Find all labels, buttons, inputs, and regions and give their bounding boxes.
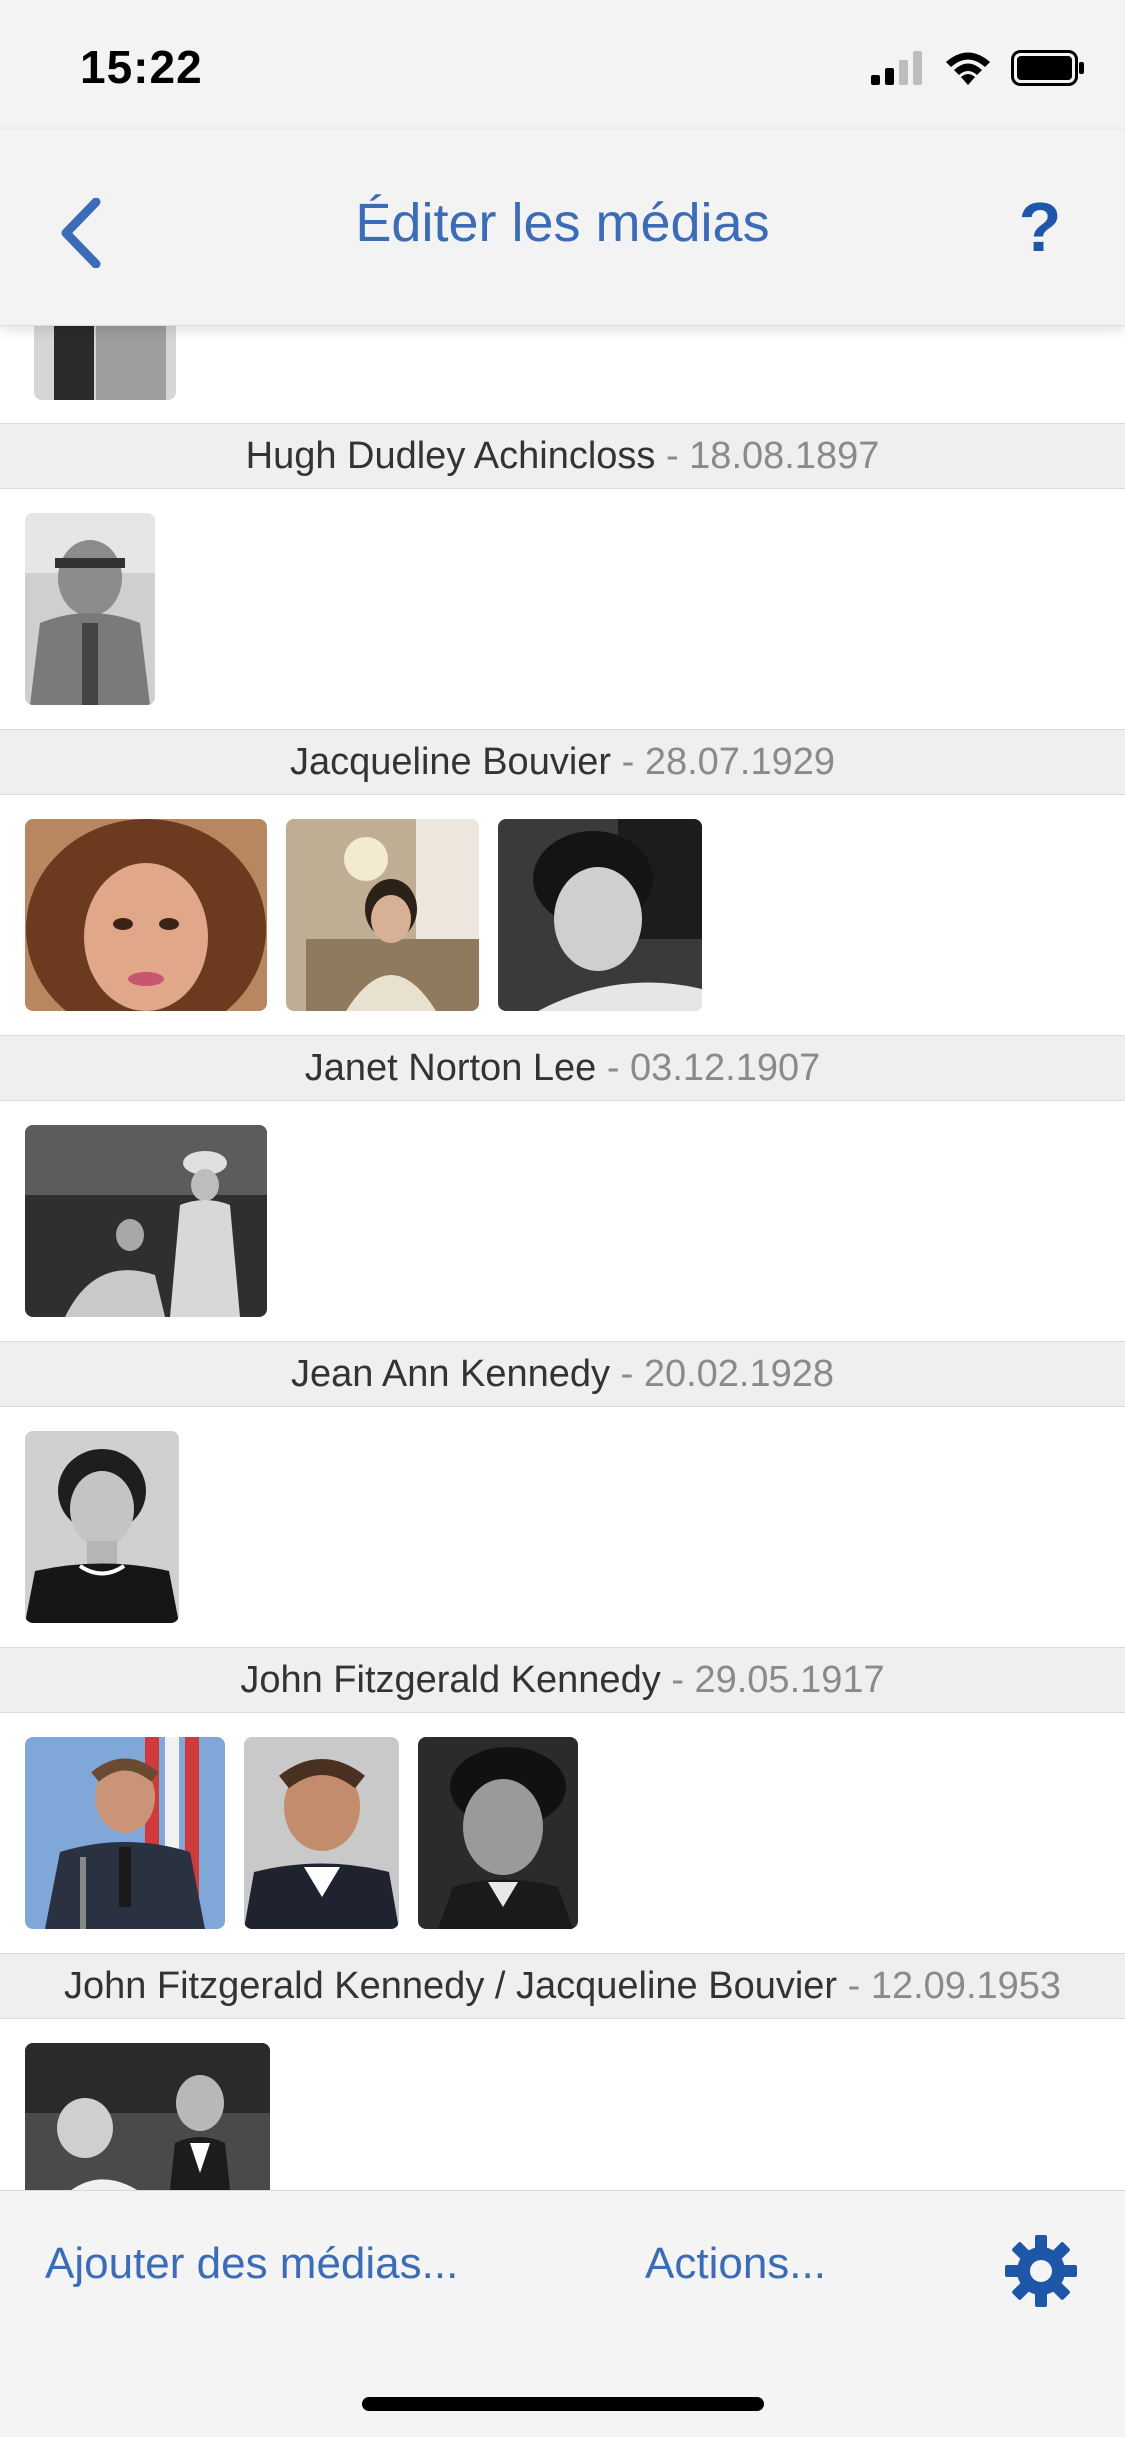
section-header: Hugh Dudley Achincloss - 18.08.1897 <box>0 423 1125 489</box>
media-list[interactable]: Hugh Dudley Achincloss - 18.08.1897 Jacq… <box>0 325 1125 2190</box>
person-date: - 20.02.1928 <box>610 1353 835 1395</box>
section-header: John Fitzgerald Kennedy / Jacqueline Bou… <box>0 1953 1125 2019</box>
person-name: Hugh Dudley Achincloss <box>245 435 656 477</box>
photo-thumbnail[interactable] <box>25 2043 270 2190</box>
photo-thumbnail[interactable] <box>25 1737 225 1929</box>
section-header: Jean Ann Kennedy - 20.02.1928 <box>0 1341 1125 1407</box>
gear-icon <box>1005 2235 1077 2307</box>
photo-thumbnail[interactable] <box>418 1737 578 1929</box>
person-date: - 12.09.1953 <box>837 1965 1062 2007</box>
person-date: - 18.08.1897 <box>655 435 880 477</box>
section-header: Jacqueline Bouvier - 28.07.1929 <box>0 729 1125 795</box>
person-date: - 03.12.1907 <box>596 1047 821 1089</box>
help-button[interactable]: ? <box>995 182 1085 272</box>
person-date: - 29.05.1917 <box>660 1659 885 1701</box>
add-media-button[interactable]: Ajouter des médias... <box>45 2239 458 2289</box>
battery-icon <box>1011 50 1084 86</box>
photo-thumbnail[interactable] <box>25 1125 267 1317</box>
home-indicator <box>362 2397 764 2411</box>
photo-thumbnail[interactable] <box>286 819 479 1011</box>
section-header: John Fitzgerald Kennedy - 29.05.1917 <box>0 1647 1125 1713</box>
section-header: Janet Norton Lee - 03.12.1907 <box>0 1035 1125 1101</box>
photo-thumbnail[interactable] <box>34 325 176 400</box>
person-name: Jean Ann Kennedy <box>290 1353 611 1395</box>
actions-button[interactable]: Actions... <box>645 2239 826 2289</box>
wifi-icon <box>946 52 990 85</box>
settings-button[interactable] <box>1001 2231 1081 2311</box>
status-bar: 15:22 <box>0 0 1125 130</box>
photo-thumbnail[interactable] <box>498 819 702 1011</box>
photo-thumbnail[interactable] <box>25 1431 179 1623</box>
clock: 15:22 <box>80 41 203 93</box>
navigation-bar: Éditer les médias ? <box>0 130 1125 326</box>
photo-thumbnail[interactable] <box>25 513 155 705</box>
status-icons <box>871 48 1085 88</box>
person-name: John Fitzgerald Kennedy / Jacqueline Bou… <box>63 1965 838 2007</box>
person-date: - 28.07.1929 <box>611 741 836 783</box>
page-title: Éditer les médias <box>355 193 770 253</box>
person-name: Janet Norton Lee <box>304 1047 597 1089</box>
person-name: Jacqueline Bouvier <box>289 741 612 783</box>
photo-thumbnail[interactable] <box>244 1737 399 1929</box>
signal-icon <box>871 51 922 85</box>
person-name: John Fitzgerald Kennedy <box>240 1659 661 1701</box>
photo-thumbnail[interactable] <box>25 819 267 1011</box>
